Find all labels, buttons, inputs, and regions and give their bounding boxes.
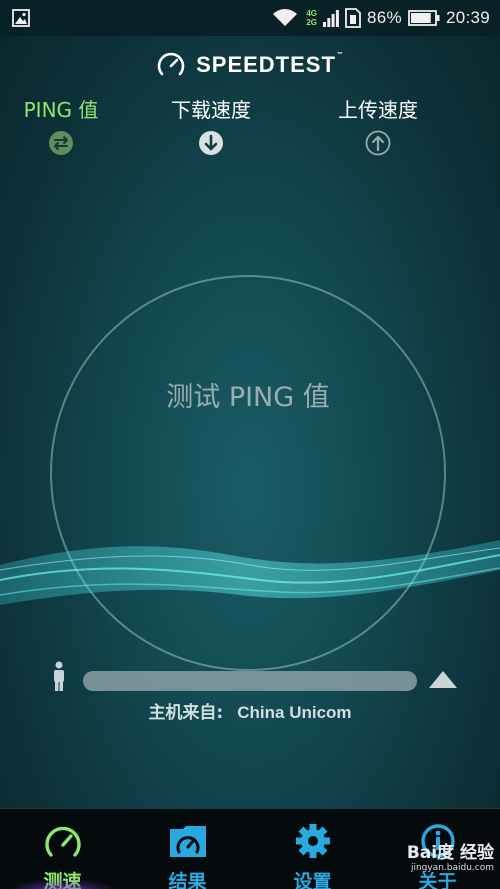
metric-upload[interactable]: 上传速度 [298,96,458,156]
host-name: China Unicom [237,703,352,722]
wifi-icon [273,9,298,26]
particle-wave [0,540,500,605]
app-header: SPEEDTEST™ [0,50,500,80]
host-info[interactable]: 主机来自: China Unicom [0,698,500,723]
battery-icon [408,10,440,26]
person-icon [54,661,64,691]
signal-icon [323,10,339,27]
progress-bar [83,671,417,691]
nav-label-results: 结果 [168,871,207,889]
speedometer-icon [157,52,185,76]
app-title: SPEEDTEST™ [196,52,344,78]
trademark-mark: ™ [336,52,344,58]
nav-item-speedtest[interactable]: 测速 [0,809,125,889]
speedometer-icon [44,826,81,857]
server-icon [429,671,457,688]
gallery-icon [12,9,30,27]
metric-download-label: 下载速度 [171,98,251,122]
metric-ping-label: PING 值 [23,98,99,122]
gauge-status: 测试 PING 值 [166,382,330,413]
nav-item-results[interactable]: 结果 [125,809,250,889]
battery-fill [410,13,431,23]
status-bar: 4G 2G 86% 20:39 [0,0,500,36]
watermark-brand: Bai度 经验 [406,843,494,863]
arrow-up-circle-icon [365,130,391,156]
nav-label-speedtest: 测速 [43,871,82,889]
metric-download[interactable]: 下载速度 [131,96,291,156]
speedtest-screen: 4G 2G 86% 20:39 SPEEDTEST™ PING 值 下载速度 上… [0,0,500,889]
sim-icon [345,8,361,28]
gear-icon [295,824,330,858]
battery-percent: 86% [367,8,402,27]
folder-speedometer-icon [169,826,206,857]
metric-ping[interactable]: PING 值 [0,96,141,156]
network-type: 4G 2G [306,9,317,27]
arrow-down-circle-icon [199,131,223,155]
watermark-url: jingyan.baidu.com [410,863,494,873]
host-label: 主机来自: [148,703,224,723]
metric-upload-label: 上传速度 [338,98,418,122]
clock: 20:39 [445,8,490,27]
nav-item-settings[interactable]: 设置 [250,809,375,889]
app-title-text: SPEEDTEST [196,52,336,77]
nav-label-settings: 设置 [293,871,332,889]
network-2g-label: 2G [306,18,318,27]
watermark: Bai度 经验 jingyan.baidu.com [407,843,494,873]
network-4g-label: 4G [306,9,318,18]
swap-arrows-icon [49,131,73,155]
